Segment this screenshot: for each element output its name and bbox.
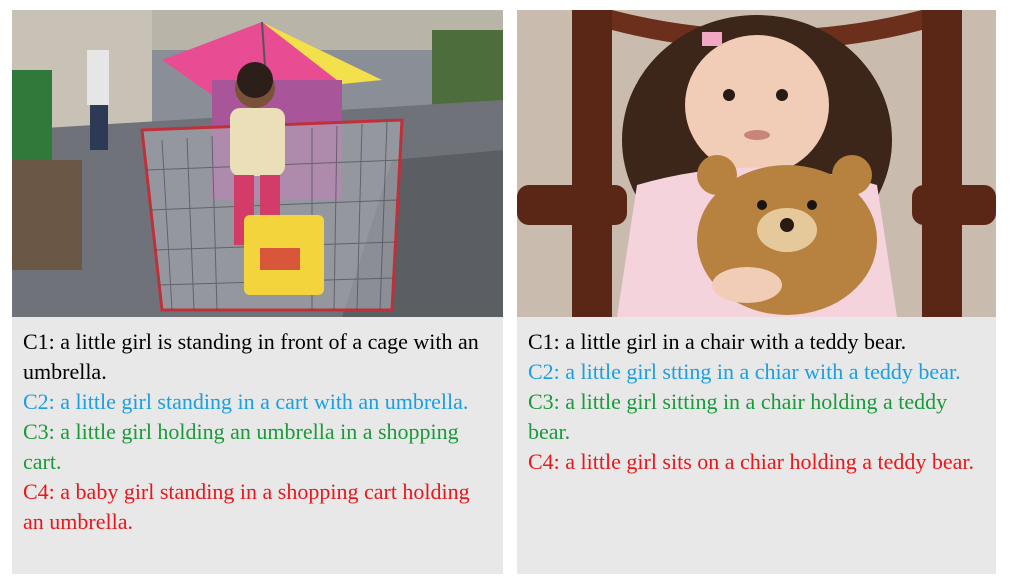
- caption-c2: C2: a little girl standing in a cart wit…: [23, 389, 469, 414]
- caption-c3: C3: a little girl holding an umbrella in…: [23, 419, 459, 474]
- caption-c2: C2: a little girl stting in a chiar with…: [528, 359, 961, 384]
- caption-c3: C3: a little girl sitting in a chair hol…: [528, 389, 948, 444]
- caption-c1: C1: a little girl is standing in front o…: [23, 329, 479, 384]
- left-example-panel: C1: a little girl is standing in front o…: [12, 10, 503, 574]
- teddy-bear-photo: [517, 10, 996, 317]
- right-caption-list: C1: a little girl in a chair with a tedd…: [528, 327, 988, 477]
- caption-c4: C4: a baby girl standing in a shopping c…: [23, 479, 470, 534]
- caption-c1: C1: a little girl in a chair with a tedd…: [528, 329, 907, 354]
- left-caption-list: C1: a little girl is standing in front o…: [23, 327, 495, 537]
- caption-c4: C4: a little girl sits on a chiar holdin…: [528, 449, 975, 474]
- teddy-bear-photo-drawing: [517, 10, 996, 317]
- right-example-panel: C1: a little girl in a chair with a tedd…: [517, 10, 996, 574]
- shopping-cart-photo-drawing: [12, 10, 503, 317]
- shopping-cart-photo: [12, 10, 503, 317]
